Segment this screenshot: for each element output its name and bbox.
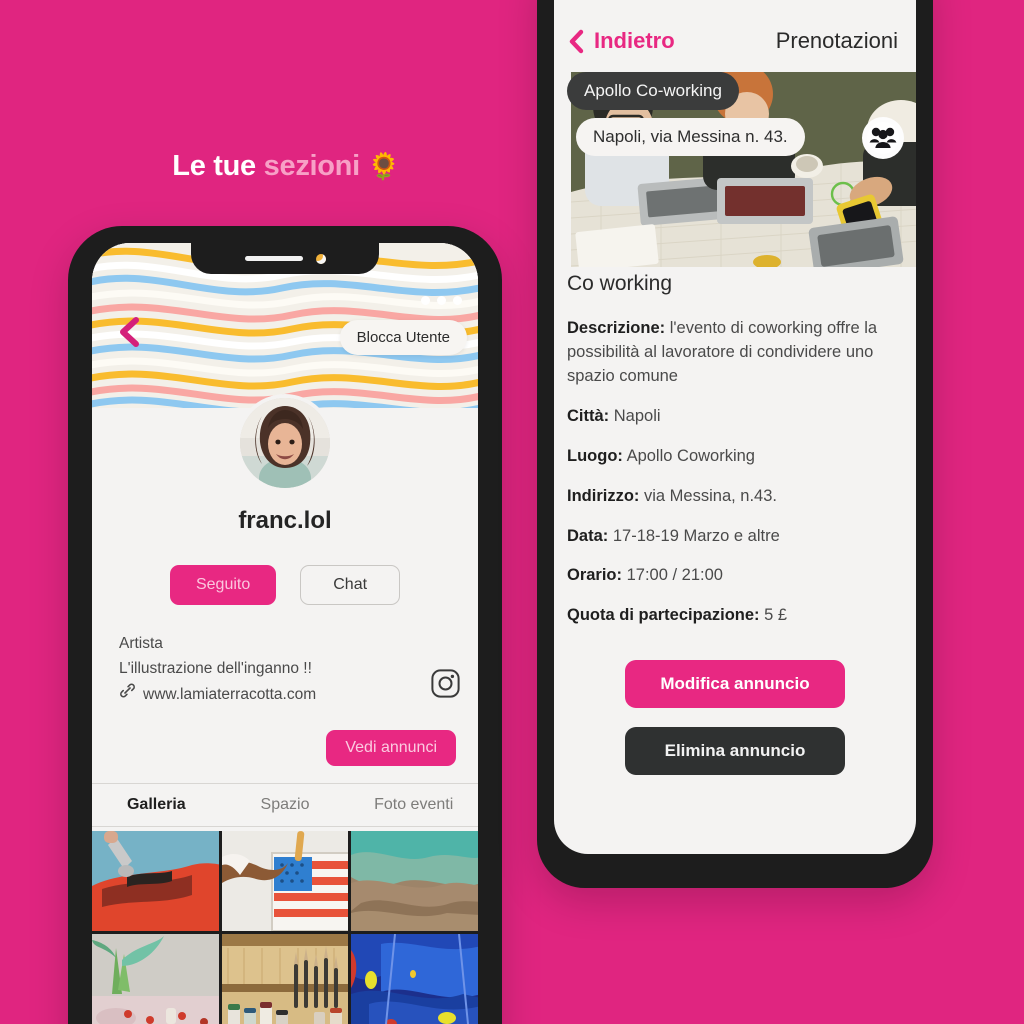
tab-galleria[interactable]: Galleria xyxy=(92,796,221,814)
profile-action-row: Seguito Chat xyxy=(92,565,478,605)
screen-title: Prenotazioni xyxy=(775,28,898,53)
instagram-icon[interactable] xyxy=(431,669,460,698)
bio-website-url[interactable]: www.lamiaterracotta.com xyxy=(143,682,316,707)
event-details: Co working Descrizione: l'evento di cowo… xyxy=(554,272,916,644)
link-chain-icon xyxy=(119,682,136,707)
venue-name-pill: Apollo Co-working xyxy=(567,72,739,110)
back-chevron-icon[interactable] xyxy=(114,315,144,349)
follow-button[interactable]: Seguito xyxy=(169,565,277,605)
profile-username: franc.lol xyxy=(238,507,332,534)
detail-descrizione: Descrizione: l'evento di coworking offre… xyxy=(567,317,903,389)
detail-value: 5 £ xyxy=(764,606,788,625)
group-people-icon[interactable] xyxy=(862,117,904,159)
page-title: Le tue sezioni 🌻 xyxy=(0,150,572,183)
tab-foto-eventi[interactable]: Foto eventi xyxy=(349,796,478,814)
detail-value: 17-18-19 Marzo e altre xyxy=(612,526,780,545)
cover-carousel-dots[interactable] xyxy=(421,296,462,305)
detail-value: Napoli xyxy=(613,406,661,425)
see-listings-button[interactable]: Vedi annunci xyxy=(326,730,456,766)
gallery-item-brushes-and-paint-jars-shelf[interactable] xyxy=(221,934,349,1024)
profile-bio: Artista L'illustrazione dell'inganno !! … xyxy=(119,631,451,707)
profile-screen: Blocca Utente franc.lol Seguito Chat Art… xyxy=(92,243,478,1024)
block-user-button[interactable]: Blocca Utente xyxy=(339,320,467,355)
detail-label: Città: xyxy=(567,406,610,425)
avatar-photo xyxy=(240,398,330,488)
gallery-item-plant-and-paint-table[interactable] xyxy=(92,934,219,1024)
gallery-item-teal-brown-fluid-art[interactable] xyxy=(351,831,478,931)
poster-canvas: Le tue sezioni 🌻 Blocca Utente franc.lol… xyxy=(0,0,1024,1024)
left-phone-frame: Blocca Utente franc.lol Seguito Chat Art… xyxy=(68,226,502,1024)
sunflower-icon: 🌻 xyxy=(367,151,400,181)
detail-value: 17:00 / 21:00 xyxy=(626,566,723,585)
detail-value: via Messina, n.43. xyxy=(644,486,777,505)
booking-header: Indietro Prenotazioni xyxy=(554,0,916,72)
booking-detail-screen: Indietro Prenotazioni Apollo Co-working … xyxy=(554,0,916,854)
event-actions: Modifica annuncio Elimina annuncio xyxy=(554,660,916,775)
speaker-grille xyxy=(244,256,303,261)
page-title-pink: sezioni xyxy=(263,150,361,182)
detail-citta: Città: Napoli xyxy=(567,405,903,429)
edit-listing-button[interactable]: Modifica annuncio xyxy=(625,660,845,708)
bio-tagline: L'illustrazione dell'inganno !! xyxy=(119,660,312,678)
detail-quota: Quota di partecipazione: 5 £ xyxy=(567,604,903,628)
carousel-dot[interactable] xyxy=(437,296,446,305)
avatar[interactable] xyxy=(236,394,334,492)
page-title-white: Le tue xyxy=(172,150,256,182)
back-button-label: Indietro xyxy=(594,28,675,53)
gallery-grid xyxy=(92,831,478,1024)
tab-spazio[interactable]: Spazio xyxy=(221,796,350,814)
bio-role: Artista xyxy=(119,635,163,652)
detail-label: Descrizione: xyxy=(567,319,666,337)
chevron-left-icon xyxy=(568,29,585,54)
carousel-dot[interactable] xyxy=(421,296,430,305)
event-title: Co working xyxy=(567,272,673,295)
detail-label: Quota di partecipazione: xyxy=(567,606,760,625)
detail-luogo: Luogo: Apollo Coworking xyxy=(567,445,903,469)
detail-label: Data: xyxy=(567,526,609,545)
delete-listing-button[interactable]: Elimina annuncio xyxy=(625,727,845,775)
detail-label: Indirizzo: xyxy=(567,486,640,505)
detail-orario: Orario: 17:00 / 21:00 xyxy=(567,564,903,588)
gallery-item-blue-abstract-canvas[interactable] xyxy=(351,934,478,1024)
bio-website-row[interactable]: www.lamiaterracotta.com xyxy=(119,682,451,707)
chat-button[interactable]: Chat xyxy=(300,565,401,605)
front-camera xyxy=(315,253,326,264)
right-phone-frame: Indietro Prenotazioni Apollo Co-working … xyxy=(537,0,933,888)
detail-data: Data: 17-18-19 Marzo e altre xyxy=(567,525,903,549)
carousel-dot[interactable] xyxy=(453,296,462,305)
back-button[interactable]: Indietro xyxy=(568,28,675,54)
gallery-item-palette-knife-red-blue-paint[interactable] xyxy=(92,831,219,931)
gallery-item-hands-painting-flag-canvas[interactable] xyxy=(221,831,349,931)
phone-notch xyxy=(191,243,379,274)
profile-tabs: Galleria Spazio Foto eventi xyxy=(92,783,478,827)
detail-label: Luogo: xyxy=(567,446,623,465)
venue-address-pill: Napoli, via Messina n. 43. xyxy=(576,118,805,156)
detail-indirizzo: Indirizzo: via Messina, n.43. xyxy=(567,485,903,509)
detail-value: Apollo Coworking xyxy=(626,446,755,465)
detail-label: Orario: xyxy=(567,566,623,585)
